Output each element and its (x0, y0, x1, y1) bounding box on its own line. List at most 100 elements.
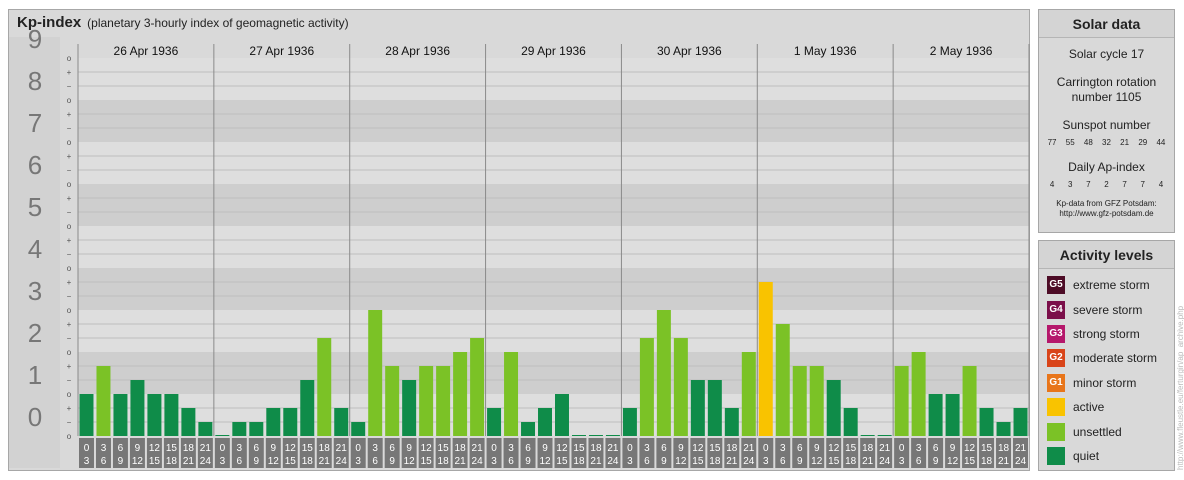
level-swatch: G2 (1047, 349, 1065, 368)
slot-label-start: 6 (525, 443, 531, 454)
kp-bar (351, 422, 366, 436)
carrington-rotation: Carrington rotation number 1105 (1056, 75, 1157, 104)
slot-label-start: 15 (709, 443, 721, 454)
slot-label-start: 12 (964, 443, 976, 454)
slot-label-end: 24 (879, 456, 891, 467)
slot-label-start: 6 (254, 443, 260, 454)
ap-value: 7 (1086, 180, 1091, 189)
slot-label-end: 9 (525, 456, 531, 467)
slot-label-end: 21 (590, 456, 602, 467)
slot-label-end: 21 (455, 456, 467, 467)
kp-bar (690, 380, 705, 436)
level-swatch (1047, 398, 1065, 417)
kp-bar (113, 394, 128, 436)
minor-tick-symbol: + (67, 110, 72, 119)
slot-label-end: 21 (998, 456, 1010, 467)
minor-tick-symbol: + (67, 362, 72, 371)
kp-bar (741, 352, 756, 436)
y-tick-label: 4 (28, 234, 42, 264)
solar-cycle: Solar cycle 17 (1068, 47, 1145, 61)
minor-tick-symbol: o (67, 96, 72, 105)
kp-bar (198, 422, 213, 436)
kp-bar (385, 365, 400, 436)
slot-label-end: 21 (183, 456, 195, 467)
ap-value: 7 (1122, 180, 1127, 189)
y-tick-label: 0 (28, 402, 42, 432)
minor-tick-symbol: o (67, 54, 72, 63)
minor-tick-symbol: − (67, 334, 72, 343)
sunspot-value: 48 (1083, 138, 1093, 147)
y-tick-label: 3 (28, 276, 42, 306)
sunspot-value: 29 (1138, 138, 1148, 147)
y-tick-label: 5 (28, 192, 42, 222)
slot-label-end: 12 (811, 456, 823, 467)
activity-level-item: G2 moderate storm (1039, 346, 1174, 370)
kp-bar (147, 394, 162, 436)
kp-bar (775, 323, 790, 436)
kp-bar (1013, 407, 1028, 436)
slot-label-start: 6 (661, 443, 667, 454)
slot-label-end: 24 (200, 456, 212, 467)
kp-band-3 (78, 268, 1029, 310)
slot-label-end: 9 (254, 456, 260, 467)
slot-label-end: 18 (709, 456, 721, 467)
slot-label-end: 9 (118, 456, 124, 467)
slot-label-start: 6 (389, 443, 395, 454)
slot-label-end: 3 (627, 456, 633, 467)
kp-bar (453, 352, 468, 436)
slot-label-end: 6 (644, 456, 650, 467)
minor-tick-symbol: − (67, 250, 72, 259)
kp-bar (724, 407, 739, 436)
slot-label-end: 12 (675, 456, 687, 467)
slot-label-start: 18 (455, 443, 467, 454)
y-tick-label: 6 (28, 150, 42, 180)
slot-label-start: 12 (692, 443, 704, 454)
slot-label-start: 9 (814, 443, 820, 454)
slot-label-end: 18 (845, 456, 857, 467)
credit-text: Kp-data from GFZ Potsdam: http://www.gfz… (1039, 199, 1174, 219)
slot-label-end: 24 (1015, 456, 1027, 467)
credit-line-2[interactable]: http://www.gfz-potsdam.de (1039, 209, 1174, 219)
kp-bar (843, 407, 858, 436)
kp-bar (911, 352, 926, 436)
kp-bar (826, 380, 841, 436)
activity-level-item: G1 minor storm (1039, 371, 1174, 395)
kp-bar (639, 338, 654, 436)
slot-label-end: 24 (336, 456, 348, 467)
slot-label-end: 18 (166, 456, 178, 467)
kp-bar (470, 338, 485, 436)
kp-bar (521, 422, 536, 436)
slot-label-start: 18 (726, 443, 738, 454)
slot-label-start: 21 (1015, 443, 1027, 454)
y-tick-label: 1 (28, 360, 42, 390)
sunspot-values: 77 55 48 32 21 29 44 (1039, 138, 1174, 147)
ap-values: 4 3 7 2 7 7 4 (1039, 180, 1174, 189)
activity-levels-heading: Activity levels (1039, 241, 1174, 269)
level-swatch: G3 (1047, 324, 1065, 343)
kp-bar (996, 422, 1011, 436)
slot-label-start: 9 (406, 443, 412, 454)
level-label: unsettled (1073, 424, 1122, 439)
kp-bar (266, 407, 281, 436)
sunspot-value: 32 (1102, 138, 1111, 147)
slot-label-start: 3 (780, 443, 786, 454)
slot-label-start: 12 (285, 443, 297, 454)
slot-label-end: 3 (220, 456, 226, 467)
kp-bar (945, 394, 960, 436)
minor-tick-symbol: o (67, 180, 72, 189)
slot-label-start: 6 (118, 443, 124, 454)
minor-tick-symbol: o (67, 306, 72, 315)
slot-label-start: 21 (879, 443, 891, 454)
kp-band-8 (78, 58, 1029, 100)
day-label: 26 Apr 1936 (114, 44, 179, 58)
slot-label-start: 3 (101, 443, 107, 454)
slot-label-start: 15 (302, 443, 314, 454)
kp-bar (538, 407, 552, 436)
minor-tick-symbol: + (67, 320, 72, 329)
sunspot-label: Sunspot number (1062, 118, 1151, 132)
minor-tick-symbol: + (67, 68, 72, 77)
kp-bar (809, 365, 824, 436)
kp-band-2 (78, 310, 1029, 352)
minor-tick-symbol: + (67, 236, 72, 245)
slot-label-start: 9 (135, 443, 141, 454)
